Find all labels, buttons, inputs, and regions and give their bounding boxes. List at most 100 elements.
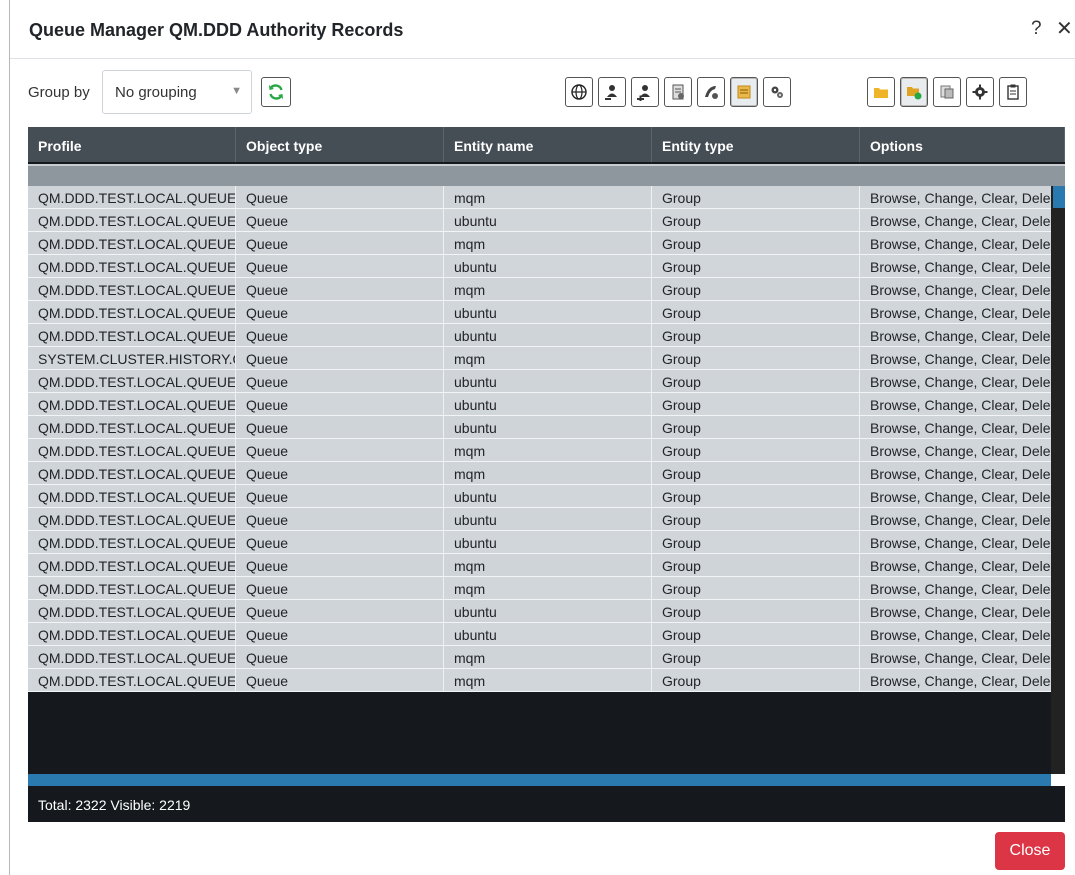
table-row[interactable]: QM.DDD.TEST.LOCAL.QUEUE. Queue mqm Group Bro… <box>28 554 1065 577</box>
table-cell: Queue <box>236 439 444 461</box>
table-row[interactable]: QM.DDD.TEST.LOCAL.QUEUE. Queue ubuntu Group… <box>28 301 1065 324</box>
table-cell: ubuntu <box>444 370 652 392</box>
table-row[interactable]: QM.DDD.TEST.LOCAL.QUEUE. Queue mqm Group Bro… <box>28 462 1065 485</box>
table-cell: mqm <box>444 577 652 599</box>
table-cell: Browse, Change, Clear, Dele <box>870 650 1051 666</box>
table-cell: Group <box>652 347 860 369</box>
column-header-options[interactable]: Options <box>860 127 1065 162</box>
add-user-button[interactable] <box>631 77 659 107</box>
table-cell: ubuntu <box>444 324 652 346</box>
copy-button[interactable] <box>933 77 961 107</box>
table-row[interactable]: QM.DDD.TEST.LOCAL.QUEUE. Queue mqm Group Bro… <box>28 186 1065 209</box>
table-cell: QM.DDD.TEST.LOCAL.QUEUE. <box>28 577 236 599</box>
table-cell: Browse, Change, Clear, Dele <box>870 282 1051 298</box>
help-button[interactable]: ? <box>1031 19 1042 39</box>
table-row[interactable]: QM.DDD.TEST.LOCAL.QUEUE. Queue ubuntu Group… <box>28 370 1065 393</box>
table-row[interactable]: QM.DDD.TEST.LOCAL.QUEUE. Queue mqm Group Bro… <box>28 669 1065 692</box>
table-cell: Group <box>652 324 860 346</box>
notes-button[interactable] <box>730 77 758 107</box>
table-row[interactable]: QM.DDD.TEST.LOCAL.QUEUE. Queue ubuntu Group… <box>28 623 1065 646</box>
globe-button[interactable] <box>565 77 593 107</box>
table-row[interactable]: QM.DDD.TEST.LOCAL.QUEUE. Queue ubuntu Group… <box>28 393 1065 416</box>
copy-icon <box>940 85 954 99</box>
table-row[interactable]: QM.DDD.TEST.LOCAL.QUEUE. Queue mqm Group Bro… <box>28 439 1065 462</box>
table-cell: QM.DDD.TEST.LOCAL.QUEUE. <box>28 209 236 231</box>
table-row[interactable]: QM.DDD.TEST.LOCAL.QUEUE. Queue mqm Group Bro… <box>28 577 1065 600</box>
table-row[interactable]: QM.DDD.TEST.LOCAL.QUEUE. Queue mqm Group Bro… <box>28 278 1065 301</box>
table-cell: Browse, Change, Clear, Dele <box>870 351 1051 367</box>
table-cell: SYSTEM.CLUSTER.HISTORY.QI <box>28 347 236 369</box>
group-by-select[interactable]: No grouping ▼ <box>102 70 252 114</box>
close-button[interactable]: Close <box>995 832 1065 870</box>
document-button[interactable] <box>664 77 692 107</box>
table-row[interactable]: SYSTEM.CLUSTER.HISTORY.QI Queue mqm Group Br… <box>28 347 1065 370</box>
table-cell: Browse, Change, Clear, Dele <box>870 512 1051 528</box>
mixed-button[interactable] <box>697 77 725 107</box>
table-cell: Browse, Change, Clear, Dele <box>870 328 1051 344</box>
table-cell: Browse, Change, Clear, Dele <box>870 236 1051 252</box>
table-cell: Queue <box>236 669 444 691</box>
table-cell: QM.DDD.TEST.LOCAL.QUEUE. <box>28 255 236 277</box>
table-cell: Group <box>652 255 860 277</box>
remove-user-button[interactable] <box>598 77 626 107</box>
column-header-entity-name[interactable]: Entity name <box>444 127 652 162</box>
table-cell: ubuntu <box>444 301 652 323</box>
folder-button[interactable] <box>867 77 895 107</box>
table-row[interactable]: QM.DDD.TEST.LOCAL.QUEUE. Queue mqm Group Bro… <box>28 646 1065 669</box>
table-row[interactable]: QM.DDD.TEST.LOCAL.QUEUE. Queue ubuntu Group… <box>28 508 1065 531</box>
table-row[interactable]: QM.DDD.TEST.LOCAL.QUEUE. Queue ubuntu Group… <box>28 416 1065 439</box>
folder-check-button[interactable] <box>900 77 928 107</box>
table-cell: Group <box>652 577 860 599</box>
table-row[interactable]: QM.DDD.TEST.LOCAL.QUEUE. Queue ubuntu Group… <box>28 255 1065 278</box>
table-cell: Browse, Change, Clear, Dele <box>870 673 1051 689</box>
table-cell: Browse, Change, Clear, Dele <box>870 213 1051 229</box>
table-cell: Queue <box>236 278 444 300</box>
vertical-scroll-thumb[interactable] <box>1053 186 1065 208</box>
table-cell: Group <box>652 301 860 323</box>
table-cell: Queue <box>236 646 444 668</box>
table-cell: Browse, Change, Clear, Dele <box>870 305 1051 321</box>
clipboard-button[interactable] <box>999 77 1027 107</box>
table-cell: mqm <box>444 669 652 691</box>
table-row[interactable]: QM.DDD.TEST.LOCAL.QUEUE. Queue ubuntu Group… <box>28 531 1065 554</box>
table-row[interactable]: QM.DDD.TEST.LOCAL.QUEUE. Queue ubuntu Group… <box>28 600 1065 623</box>
table-cell: Group <box>652 623 860 645</box>
icon-toolbar-2 <box>867 77 1032 107</box>
column-header-profile[interactable]: Profile <box>28 127 236 162</box>
column-header-entity-type[interactable]: Entity type <box>652 127 860 162</box>
horizontal-scrollbar[interactable] <box>28 774 1051 786</box>
table-cell: ubuntu <box>444 255 652 277</box>
table-cell: Browse, Change, Clear, Dele <box>870 466 1051 482</box>
refresh-icon <box>269 84 283 100</box>
close-icon[interactable]: ✕ <box>1056 19 1073 39</box>
column-header-object-type[interactable]: Object type <box>236 127 444 162</box>
table-cell: mqm <box>444 186 652 208</box>
table-cell: ubuntu <box>444 416 652 438</box>
gears-button[interactable] <box>763 77 791 107</box>
vertical-scrollbar[interactable] <box>1051 186 1065 776</box>
globe-icon <box>571 84 587 100</box>
refresh-button[interactable] <box>261 77 291 107</box>
mixed-icon <box>705 86 718 99</box>
notes-icon <box>737 85 751 99</box>
table-row[interactable]: QM.DDD.TEST.LOCAL.QUEUE. Queue mqm Group Bro… <box>28 232 1065 255</box>
table-row[interactable]: QM.DDD.TEST.LOCAL.QUEUE. Queue ubuntu Group… <box>28 209 1065 232</box>
table-cell: QM.DDD.TEST.LOCAL.QUEUE. <box>28 324 236 346</box>
table-cell: Browse, Change, Clear, Dele <box>870 259 1051 275</box>
table-cell: ubuntu <box>444 600 652 622</box>
table-cell: Group <box>652 439 860 461</box>
scroll-corner <box>1051 774 1065 786</box>
table-cell: QM.DDD.TEST.LOCAL.QUEUE. <box>28 186 236 208</box>
table-cell: Browse, Change, Clear, Dele <box>870 420 1051 436</box>
filter-row[interactable] <box>28 164 1065 186</box>
table-cell: Queue <box>236 347 444 369</box>
table-row[interactable]: QM.DDD.TEST.LOCAL.QUEUE. Queue ubuntu Group… <box>28 485 1065 508</box>
table-cell: QM.DDD.TEST.LOCAL.QUEUE. <box>28 301 236 323</box>
table-cell: QM.DDD.TEST.LOCAL.QUEUE. <box>28 485 236 507</box>
table-cell: Browse, Change, Clear, Dele <box>870 443 1051 459</box>
settings-button[interactable] <box>966 77 994 107</box>
table-cell: Group <box>652 531 860 553</box>
table-cell: ubuntu <box>444 508 652 530</box>
table-row[interactable]: QM.DDD.TEST.LOCAL.QUEUE. Queue ubuntu Group… <box>28 324 1065 347</box>
table-cell: Queue <box>236 554 444 576</box>
